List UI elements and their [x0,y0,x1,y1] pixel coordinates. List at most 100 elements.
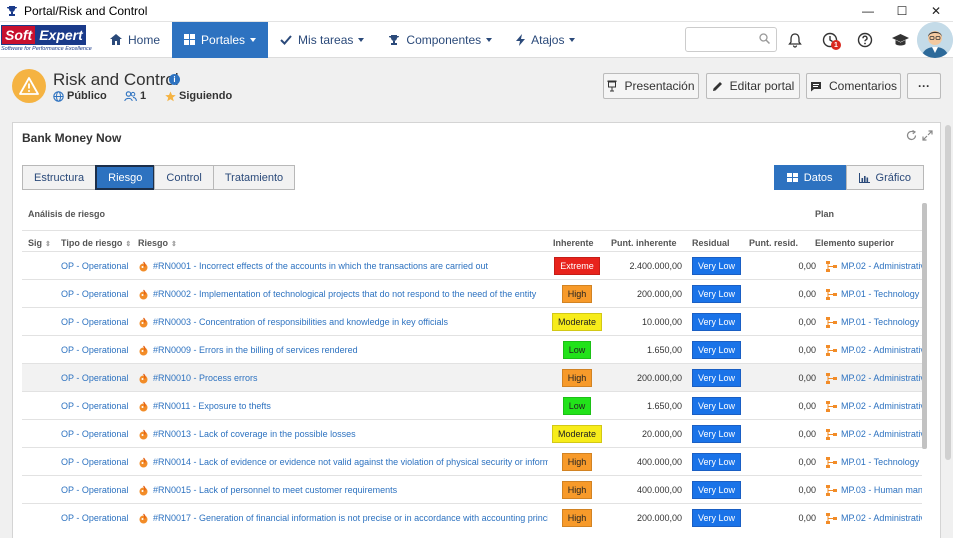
risk-name-link[interactable]: #RN0013 - Lack of coverage in the possib… [138,420,548,448]
expand-icon[interactable] [922,130,933,144]
following-status[interactable]: Siguiendo [165,90,232,102]
column-header-inherent-score[interactable]: Punt. inherente [611,238,677,248]
table-row[interactable]: OP - Operational #RN0010 - Process errors… [22,363,922,391]
users-icon [124,90,137,102]
nav-portales[interactable]: Portales [172,21,269,58]
presentation-button[interactable]: Presentación [603,73,699,99]
more-options-button[interactable]: ··· [907,73,941,99]
table-row[interactable]: OP - Operational #RN0009 - Errors in the … [22,335,922,363]
risk-icon [138,289,149,300]
risk-name-link[interactable]: #RN0011 - Exposure to thefts [138,392,548,420]
comments-button[interactable]: Comentarios [806,73,901,99]
parent-element-link[interactable]: MP.01 - Technology Man [826,448,922,476]
risk-name-link[interactable]: #RN0002 - Implementation of technologica… [138,280,548,308]
risk-name-link[interactable]: #RN0014 - Lack of evidence or evidence n… [138,448,548,476]
table-row[interactable]: OP - Operational #RN0011 - Exposure to th… [22,391,922,419]
refresh-icon[interactable] [906,129,917,144]
risk-type-link[interactable]: OP - Operational [61,392,137,420]
window-scrollbar[interactable] [945,125,951,460]
column-header-risk[interactable]: Riesgo ⇕ [138,238,177,248]
parent-element-label: MP.01 - Technology Man [841,289,922,299]
bell-icon[interactable] [785,30,805,50]
risk-type-link[interactable]: OP - Operational [61,420,137,448]
search-input[interactable] [685,27,777,52]
risk-type-link[interactable]: OP - Operational [61,448,137,476]
inherent-cell: High [552,476,602,504]
nav-componentes-label: Componentes [406,32,482,47]
following-label: Siguiendo [179,90,233,102]
nav-componentes[interactable]: Componentes [376,22,504,58]
nav-home[interactable]: Home [98,22,172,58]
process-icon [826,288,837,300]
column-header-residual-score[interactable]: Punt. resid. [749,238,798,248]
parent-element-link[interactable]: MP.01 - Technology Man [826,280,922,308]
residual-score: 0,00 [798,485,816,495]
chart-view-button[interactable]: Gráfico [845,165,924,190]
tab-control[interactable]: Control [154,165,214,190]
risk-name-label: #RN0015 - Lack of personnel to meet cust… [153,485,398,495]
inherent-score: 1.650,00 [646,345,682,355]
table-row[interactable]: OP - Operational #RN0014 - Lack of eviden… [22,447,922,475]
close-button[interactable]: ✕ [919,0,953,22]
column-header-inherent[interactable]: Inherente [553,238,594,248]
table-row[interactable]: OP - Operational #RN0017 - Generation of … [22,503,922,531]
column-header-residual[interactable]: Residual [692,238,730,248]
risk-name-link[interactable]: #RN0010 - Process errors [138,364,548,392]
parent-element-link[interactable]: MP.01 - Technology Man [826,308,922,336]
tab-estructura[interactable]: Estructura [22,165,97,190]
group-header-analysis: Análisis de riesgo [28,209,106,219]
parent-element-link[interactable]: MP.02 - Administrative m [826,252,922,280]
inherent-badge: High [561,481,593,499]
table-row[interactable]: OP - Operational #RN0001 - Incorrect effe… [22,251,922,279]
risk-type-link[interactable]: OP - Operational [61,308,137,336]
nav-mis-tareas[interactable]: Mis tareas [268,22,376,58]
tasks-clock-icon[interactable]: 1 [820,30,841,50]
risk-name-link[interactable]: #RN0015 - Lack of personnel to meet cust… [138,476,548,504]
panel-title: Bank Money Now [22,131,122,145]
softexpert-logo[interactable]: Soft Expert Software for Performance Exc… [1,24,93,55]
residual-cell: Very Low [692,392,742,420]
risk-type-link[interactable]: OP - Operational [61,336,137,364]
table-row[interactable]: OP - Operational #RN0015 - Lack of person… [22,475,922,503]
column-header-type[interactable]: Tipo de riesgo ⇕ [61,238,131,248]
table-row[interactable]: OP - Operational #RN0013 - Lack of covera… [22,419,922,447]
parent-element-link[interactable]: MP.02 - Administrative m [826,336,922,364]
minimize-button[interactable]: — [851,0,885,22]
info-icon[interactable]: i [169,74,180,85]
logo-tagline: Software for Performance Excellence [1,45,92,52]
tab-riesgo[interactable]: Riesgo [95,165,156,190]
graduation-cap-icon[interactable] [890,30,910,50]
table-scrollbar[interactable] [922,203,927,449]
risk-type-link[interactable]: OP - Operational [61,504,137,532]
help-icon[interactable] [855,30,875,50]
process-icon [826,400,837,412]
edit-portal-button[interactable]: Editar portal [706,73,800,99]
parent-element-link[interactable]: MP.02 - Administrative m [826,364,922,392]
risk-type-link[interactable]: OP - Operational [61,364,137,392]
risk-name-link[interactable]: #RN0017 - Generation of financial inform… [138,504,548,532]
risk-name-link[interactable]: #RN0009 - Errors in the billing of servi… [138,336,548,364]
parent-element-link[interactable]: MP.02 - Administrative m [826,420,922,448]
column-header-sig[interactable]: Sig ⇕ [28,238,51,248]
table-row[interactable]: OP - Operational #RN0003 - Concentration … [22,307,922,335]
risk-name-link[interactable]: #RN0001 - Incorrect effects of the accou… [138,252,548,280]
residual-score: 0,00 [798,345,816,355]
table-row[interactable]: OP - Operational #RN0002 - Implementation… [22,279,922,307]
user-avatar[interactable] [917,22,953,58]
column-header-parent[interactable]: Elemento superior [815,238,894,248]
parent-element-link[interactable]: MP.03 - Human manager [826,476,922,504]
residual-score: 0,00 [798,317,816,327]
risk-table: Análisis de riesgo Plan Sig ⇕ Tipo de rie… [22,201,922,538]
risk-name-link[interactable]: #RN0003 - Concentration of responsibilit… [138,308,548,336]
tab-tratamiento[interactable]: Tratamiento [212,165,296,190]
risk-type-link[interactable]: OP - Operational [61,252,137,280]
data-view-button[interactable]: Datos [773,165,846,190]
risk-icon [138,485,149,496]
parent-element-link[interactable]: MP.02 - Administrative m [826,504,922,532]
maximize-button[interactable]: ☐ [885,0,919,22]
residual-score: 0,00 [798,513,816,523]
risk-type-link[interactable]: OP - Operational [61,476,137,504]
parent-element-link[interactable]: MP.02 - Administrative m [826,392,922,420]
nav-atajos[interactable]: Atajos [504,22,587,58]
risk-type-link[interactable]: OP - Operational [61,280,137,308]
